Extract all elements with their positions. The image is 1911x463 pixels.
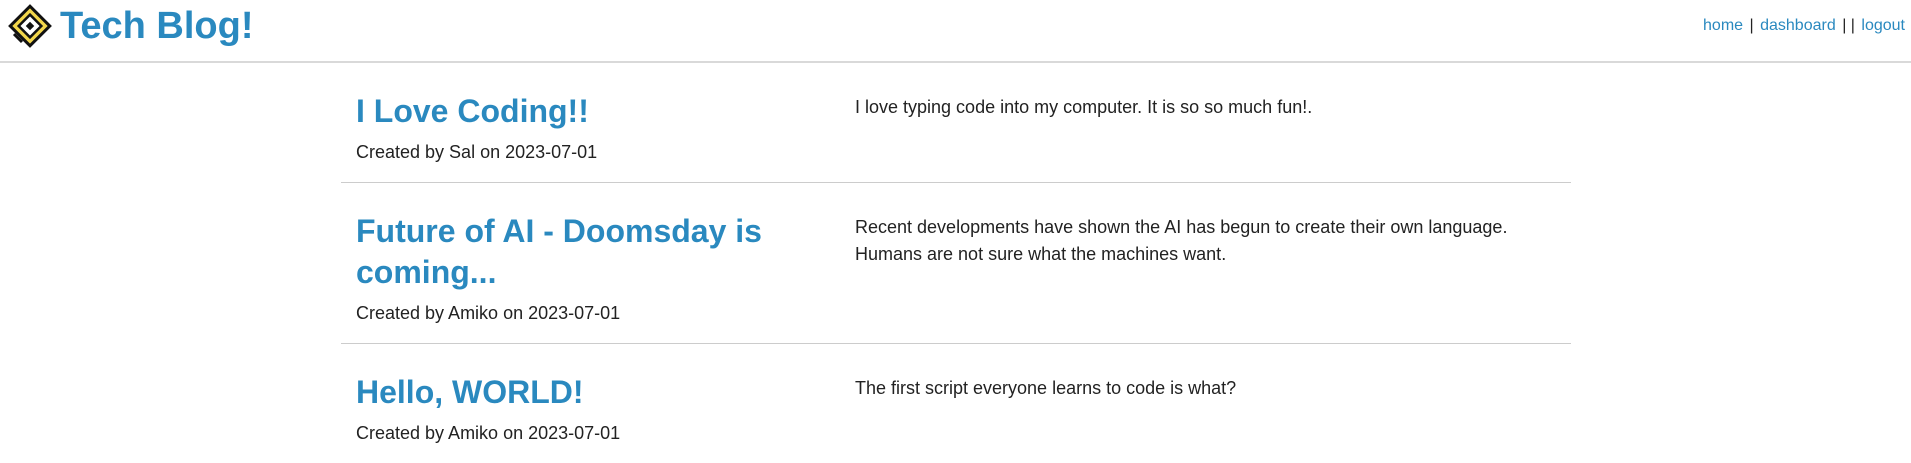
post-body: I love typing code into my computer. It …: [855, 97, 1313, 117]
diamond-logo-icon: [8, 4, 52, 48]
post-body: The first script everyone learns to code…: [855, 378, 1237, 398]
nav-home-link[interactable]: home: [1703, 17, 1743, 34]
post-list: I Love Coding!! Created by Sal on 2023-0…: [341, 63, 1571, 463]
post-meta: Created by Sal on 2023-07-01: [356, 142, 598, 162]
nav-logout-link[interactable]: logout: [1861, 17, 1905, 34]
post-title-link[interactable]: Future of AI - Doomsday is coming...: [356, 211, 855, 293]
post-item: Hello, WORLD! Created by Amiko on 2023-0…: [341, 344, 1571, 463]
post-body: Recent developments have shown the AI ha…: [855, 217, 1508, 264]
post-title-link[interactable]: I Love Coding!!: [356, 91, 855, 132]
nav-separator: |: [1749, 17, 1754, 34]
post-item: I Love Coding!! Created by Sal on 2023-0…: [341, 63, 1571, 183]
post-item: Future of AI - Doomsday is coming... Cre…: [341, 183, 1571, 344]
post-header: I Love Coding!! Created by Sal on 2023-0…: [341, 63, 855, 182]
header-bar: Tech Blog! home | dashboard | | logout: [0, 0, 1911, 63]
post-header: Future of AI - Doomsday is coming... Cre…: [341, 183, 855, 343]
post-title-link[interactable]: Hello, WORLD!: [356, 372, 855, 413]
site-title: Tech Blog!: [60, 5, 254, 47]
nav-dashboard-link[interactable]: dashboard: [1760, 17, 1836, 34]
post-meta: Created by Amiko on 2023-07-01: [356, 423, 621, 443]
post-header: Hello, WORLD! Created by Amiko on 2023-0…: [341, 344, 855, 463]
nav-separator-double: | |: [1842, 17, 1855, 34]
post-meta: Created by Amiko on 2023-07-01: [356, 303, 621, 323]
brand-link[interactable]: Tech Blog!: [8, 4, 254, 48]
top-nav: home | dashboard | | logout: [1703, 17, 1905, 35]
